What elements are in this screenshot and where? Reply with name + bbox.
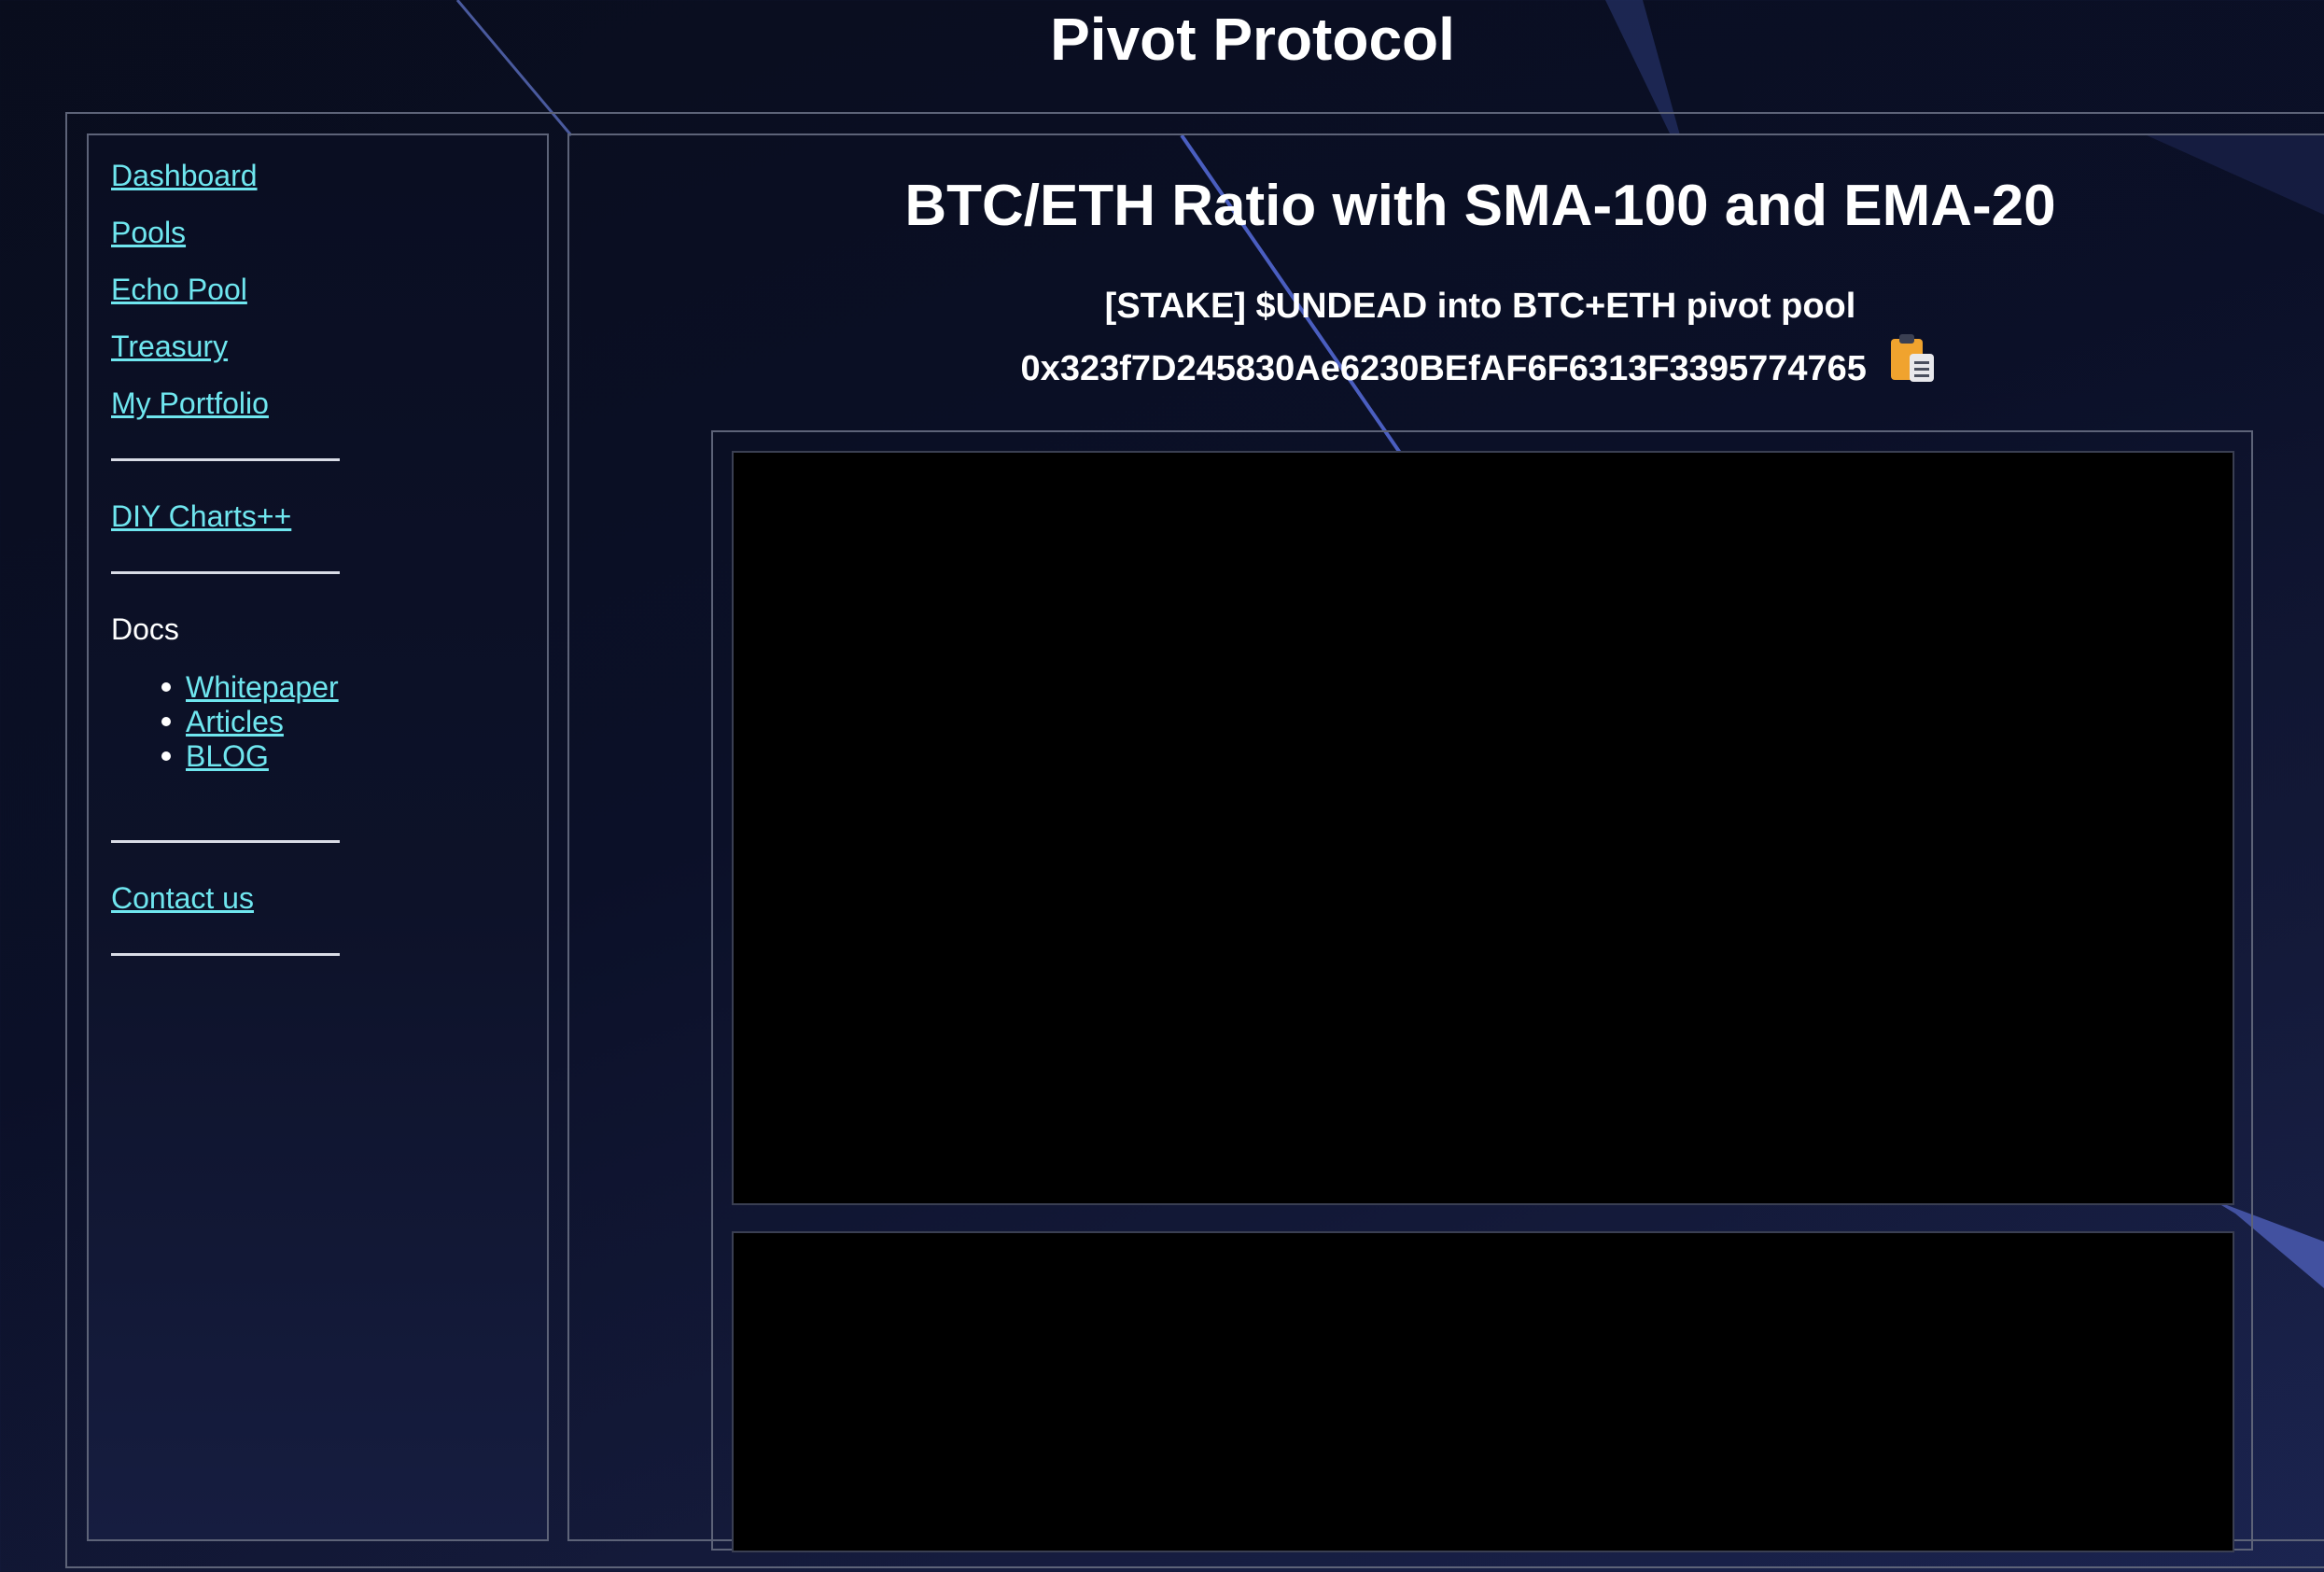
sidebar-link-my-portfolio[interactable]: My Portfolio [111,386,269,421]
docs-link-whitepaper[interactable]: Whitepaper [186,669,339,705]
clipboard-icon[interactable] [1889,331,1939,387]
secondary-chart[interactable] [732,1231,2234,1552]
list-bullet [161,717,171,726]
list-bullet [161,682,171,692]
sidebar-link-dashboard[interactable]: Dashboard [111,158,258,193]
contract-address: 0x323f7D245830Ae6230BEfAF6F6313F33957747… [1020,348,1867,388]
sidebar-link-echo-pool[interactable]: Echo Pool [111,272,247,307]
stake-text: [STAKE] $UNDEAD into BTC+ETH pivot pool [1104,287,1856,326]
sidebar-divider [111,953,340,956]
main-chart[interactable] [732,451,2234,1205]
sidebar-link-contact-us[interactable]: Contact us [111,880,254,916]
main-content: BTC/ETH Ratio with SMA-100 and EMA-20 [S… [567,133,2324,1552]
list-bullet [161,751,171,761]
sidebar-link-diy-charts[interactable]: DIY Charts++ [111,498,291,534]
contract-address-row: 0x323f7D245830Ae6230BEfAF6F6313F33957747… [569,330,2324,406]
sidebar-divider [111,571,340,574]
site-title: Pivot Protocol [1050,6,1455,73]
sidebar-divider [111,458,340,461]
docs-link-blog[interactable]: BLOG [186,738,269,774]
sidebar: Dashboard Pools Echo Pool Treasury My Po… [87,133,549,1541]
sidebar-link-treasury[interactable]: Treasury [111,329,228,364]
docs-heading: Docs [111,612,179,646]
chart-heading: BTC/ETH Ratio with SMA-100 and EMA-20 [904,174,2056,238]
sidebar-divider [111,840,340,843]
sidebar-link-pools[interactable]: Pools [111,215,186,250]
chart-container [711,430,2253,1552]
docs-link-articles[interactable]: Articles [186,704,284,739]
